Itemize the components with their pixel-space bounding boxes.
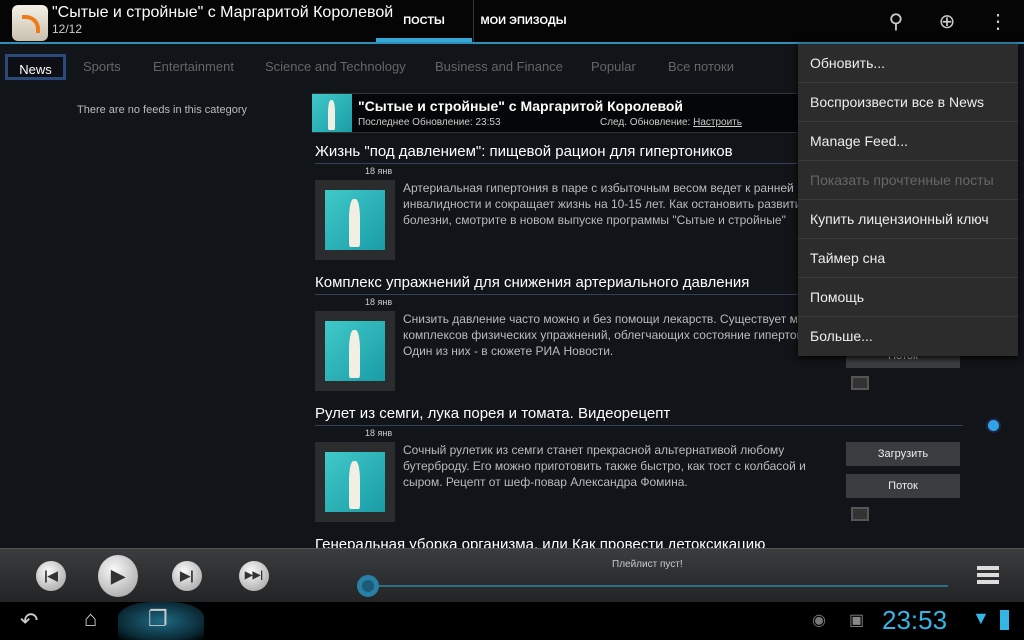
- scroll-indicator[interactable]: [988, 420, 999, 431]
- search-icon[interactable]: ⚲: [884, 10, 908, 34]
- menu-more[interactable]: Больше...: [798, 317, 1018, 356]
- play-icon[interactable]: ▶: [98, 555, 138, 597]
- back-icon[interactable]: ↶: [20, 608, 38, 634]
- stream-button[interactable]: Поток: [846, 474, 960, 498]
- category-all[interactable]: Все потоки: [668, 54, 734, 80]
- feed-title: "Сытые и стройные" с Маргаритой Королево…: [358, 98, 684, 114]
- item-count: 12/12: [52, 22, 83, 36]
- image-notification-icon[interactable]: ▣: [849, 610, 864, 630]
- video-icon: [851, 376, 869, 390]
- item-title[interactable]: Рулет из семги, лука порея и томата. Вид…: [315, 405, 963, 426]
- item-date: 18 янв: [365, 166, 393, 176]
- menu-show-read: Показать прочтенные посты: [798, 161, 1018, 200]
- app-logo-icon[interactable]: [12, 5, 48, 41]
- category-news[interactable]: News: [5, 54, 66, 80]
- battery-icon: [1000, 610, 1009, 630]
- recent-apps-icon[interactable]: ❐: [148, 606, 168, 632]
- last-update: Последнее Обновление: 23:53: [358, 117, 501, 128]
- app-title: "Сытые и стройные" с Маргаритой Королево…: [52, 4, 394, 21]
- player-bar: |◀ ▶ ▶| ▶▶|: [0, 548, 1024, 602]
- item-thumbnail[interactable]: [315, 180, 395, 260]
- previous-icon[interactable]: |◀: [36, 561, 66, 591]
- next-update: След. Обновление: Настроить: [600, 117, 742, 128]
- tab-my-episodes[interactable]: МОИ ЭПИЗОДЫ: [473, 0, 573, 42]
- menu-help[interactable]: Помощь: [798, 278, 1018, 317]
- menu-manage-feed[interactable]: Manage Feed...: [798, 122, 1018, 161]
- menu-refresh[interactable]: Обновить...: [798, 44, 1018, 83]
- item-description: Сочный рулетик из семги станет прекрасно…: [403, 443, 806, 489]
- item-description: Снизить давление часто можно и без помощ…: [403, 312, 832, 358]
- item-date: 18 янв: [365, 297, 393, 307]
- category-popular[interactable]: Popular: [591, 54, 636, 80]
- playlist-status: Плейлист пуст!: [612, 559, 683, 570]
- menu-buy-license[interactable]: Купить лицензионный ключ: [798, 200, 1018, 239]
- wifi-icon: ▼: [972, 608, 990, 628]
- home-icon[interactable]: ⌂: [84, 606, 97, 632]
- seek-thumb[interactable]: [357, 575, 379, 597]
- menu-sleep-timer[interactable]: Таймер сна: [798, 239, 1018, 278]
- item-description: Артериальная гипертония в паре с избыточ…: [403, 181, 809, 227]
- notification-icon[interactable]: ◉: [812, 610, 826, 630]
- tab-posts[interactable]: ПОСТЫ: [376, 0, 472, 42]
- item-thumbnail[interactable]: [315, 442, 395, 522]
- feed-thumbnail: [312, 94, 352, 132]
- empty-category-message: There are no feeds in this category: [77, 104, 247, 116]
- playlist-icon[interactable]: [977, 566, 999, 584]
- configure-link[interactable]: Настроить: [693, 117, 742, 128]
- download-button[interactable]: Загрузить: [846, 442, 960, 466]
- item-thumbnail[interactable]: [315, 311, 395, 391]
- category-sports[interactable]: Sports: [83, 54, 121, 80]
- skip-forward-icon[interactable]: ▶▶|: [239, 561, 269, 591]
- add-icon[interactable]: ⊕: [935, 10, 959, 34]
- video-icon: [851, 507, 869, 521]
- clock: 23:53: [882, 605, 948, 635]
- overflow-icon[interactable]: ⋮: [986, 10, 1010, 34]
- category-entertainment[interactable]: Entertainment: [153, 54, 234, 80]
- overflow-menu: Обновить... Воспроизвести все в News Man…: [798, 44, 1018, 356]
- next-icon[interactable]: ▶|: [172, 561, 202, 591]
- next-update-label: След. Обновление:: [600, 117, 691, 128]
- category-business[interactable]: Business and Finance: [435, 54, 563, 80]
- category-science[interactable]: Science and Technology: [265, 54, 406, 80]
- seek-bar[interactable]: [370, 585, 948, 587]
- item-date: 18 янв: [365, 428, 393, 438]
- menu-play-all[interactable]: Воспроизвести все в News: [798, 83, 1018, 122]
